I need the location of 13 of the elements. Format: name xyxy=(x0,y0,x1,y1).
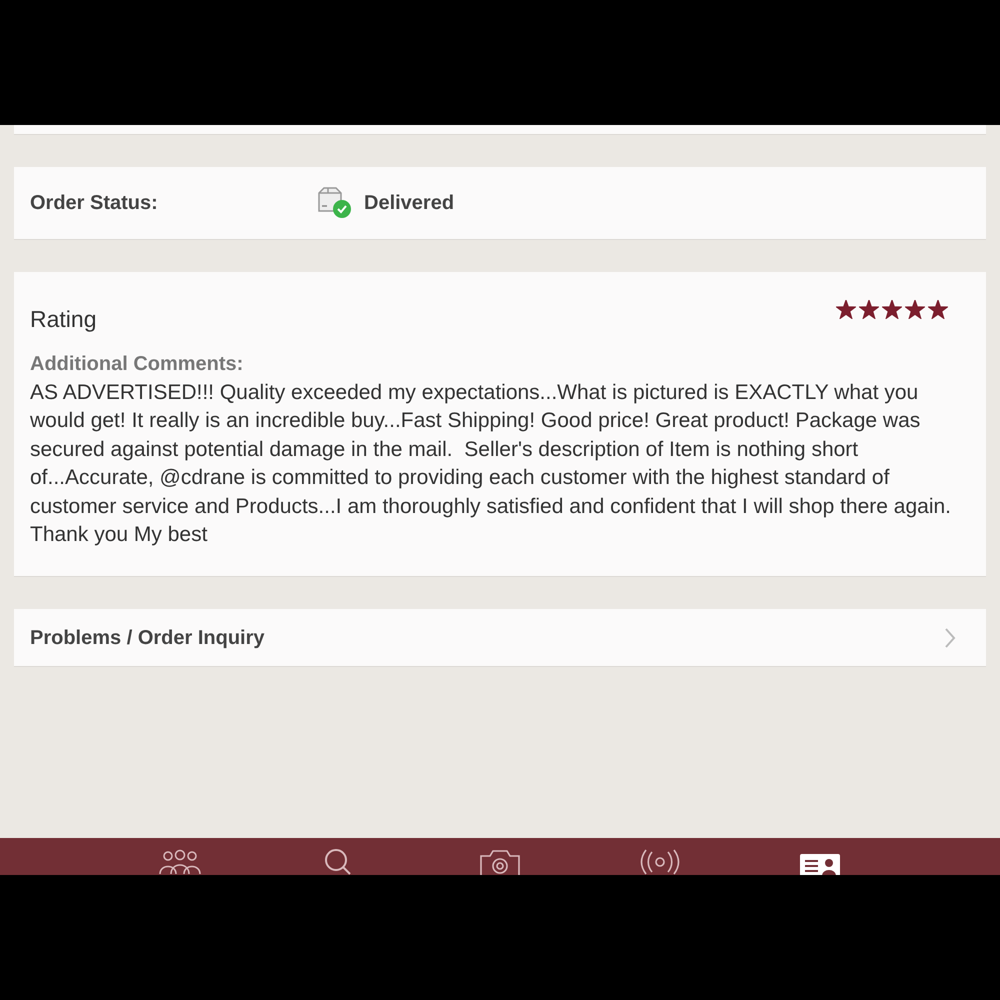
order-status-label: Order Status: xyxy=(30,191,159,216)
comments-label: Additional Comments: xyxy=(30,352,244,376)
order-inquiry-row[interactable]: Problems / Order Inquiry xyxy=(14,609,986,668)
delivered-box-icon xyxy=(316,187,352,219)
star-icon xyxy=(836,300,856,319)
star-icon xyxy=(928,300,948,319)
comments-text: AS ADVERTISED!!! Quality exceeded my expectations...What is pictured is EXACTLY what you would get! It really is an incredible buy...Fast Shipping! Good price! Great product! Package was secured against potential damage in the mail. Seller's description of Item is nothing short of...Accurate, @cdrane is committed to providing each customer with the highest standard of customer service and Products...I am thoroughly satisfied and confident that I will shop there again. Thank you My best xyxy=(30,380,952,548)
star-icon xyxy=(859,300,879,319)
star-icon xyxy=(882,300,902,319)
order-status-value: Delivered xyxy=(364,191,454,216)
star-icon xyxy=(905,300,925,319)
rating-title: Rating xyxy=(30,305,96,334)
chevron-right-icon xyxy=(944,626,956,649)
